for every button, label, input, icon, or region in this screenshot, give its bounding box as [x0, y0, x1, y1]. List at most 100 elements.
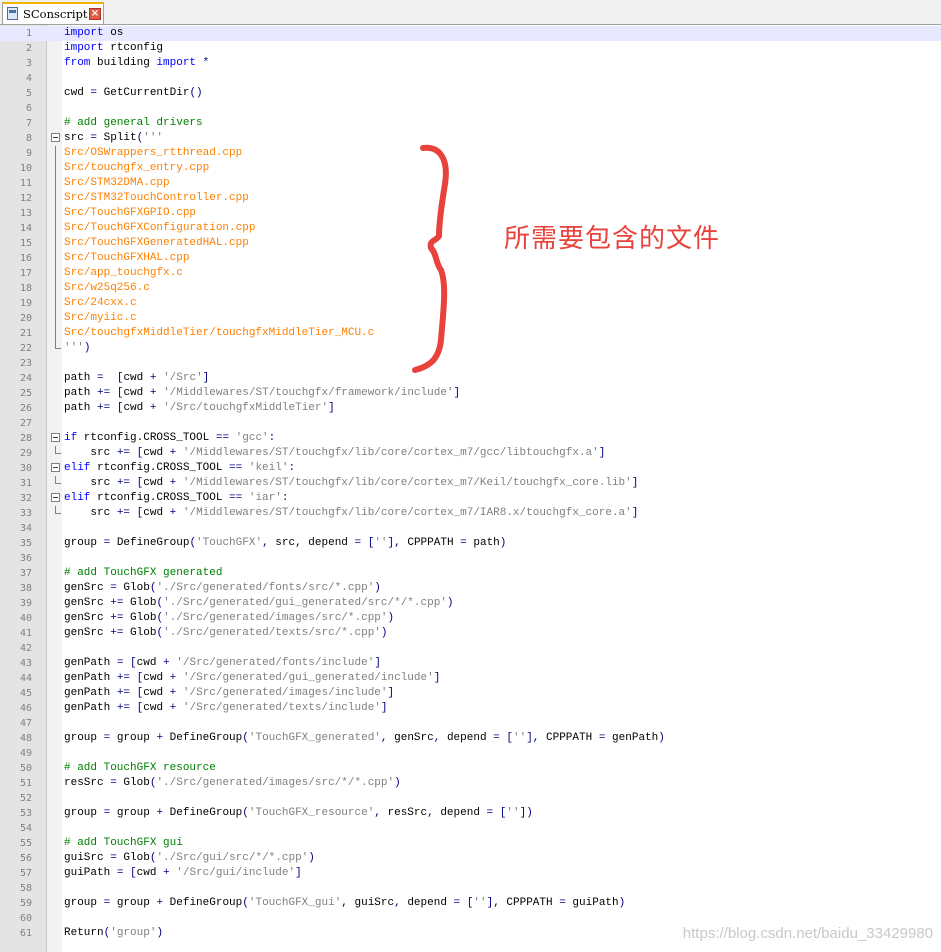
code-text: import rtconfig: [64, 42, 164, 54]
fold-collapse-icon[interactable]: [51, 463, 60, 472]
code-text: genSrc = Glob('./Src/generated/fonts/src…: [64, 582, 381, 594]
code-line[interactable]: 58: [0, 881, 941, 896]
code-line[interactable]: 55 # add TouchGFX gui: [0, 836, 941, 851]
line-number: 6: [25, 103, 32, 114]
code-line[interactable]: 50 # add TouchGFX resource: [0, 761, 941, 776]
code-line[interactable]: 18 Src/w25q256.c: [0, 281, 941, 296]
code-text: genPath += [cwd + '/Src/generated/images…: [64, 687, 395, 699]
code-line[interactable]: 6: [0, 101, 941, 116]
code-line[interactable]: 29 src += [cwd + '/Middlewares/ST/touchg…: [0, 446, 941, 461]
code-line[interactable]: 34: [0, 521, 941, 536]
line-number: 26: [19, 403, 32, 414]
code-line[interactable]: 4: [0, 71, 941, 86]
code-line[interactable]: 5 cwd = GetCurrentDir(): [0, 86, 941, 101]
code-line[interactable]: 25 path += [cwd + '/Middlewares/ST/touchg…: [0, 386, 941, 401]
code-line[interactable]: 56 guiSrc = Glob('./Src/gui/src/*/*.cpp'): [0, 851, 941, 866]
line-number: 31: [19, 478, 32, 489]
code-line[interactable]: 33 src += [cwd + '/Middlewares/ST/touchg…: [0, 506, 941, 521]
code-line[interactable]: 10 Src/touchgfx_entry.cpp: [0, 161, 941, 176]
fold-collapse-icon[interactable]: [51, 433, 60, 442]
code-text: resSrc = Glob('./Src/generated/images/sr…: [64, 777, 401, 789]
code-text: genSrc += Glob('./Src/generated/texts/sr…: [64, 627, 388, 639]
code-line[interactable]: 9 Src/OSWrappers_rtthread.cpp: [0, 146, 941, 161]
code-line[interactable]: 48 group = group + DefineGroup('TouchGFX_…: [0, 731, 941, 746]
code-line[interactable]: 13 Src/TouchGFXGPIO.cpp: [0, 206, 941, 221]
line-number: 51: [19, 778, 32, 789]
code-line[interactable]: 59 group = group + DefineGroup('TouchGFX_…: [0, 896, 941, 911]
code-line[interactable]: 31 src += [cwd + '/Middlewares/ST/touchg…: [0, 476, 941, 491]
close-icon[interactable]: ×: [89, 8, 101, 20]
line-number: 25: [19, 388, 32, 399]
code-text: Src/touchgfx_entry.cpp: [64, 162, 210, 174]
code-line[interactable]: 22 '''): [0, 341, 941, 356]
code-text: Src/myiic.c: [64, 312, 137, 324]
code-line[interactable]: 27: [0, 416, 941, 431]
line-number: 50: [19, 763, 32, 774]
code-line[interactable]: 52: [0, 791, 941, 806]
code-line[interactable]: 47: [0, 716, 941, 731]
code-line[interactable]: 26 path += [cwd + '/Src/touchgfxMiddleTie…: [0, 401, 941, 416]
code-line[interactable]: 36: [0, 551, 941, 566]
code-line[interactable]: 49: [0, 746, 941, 761]
code-editor[interactable]: 1 import os 2 import rtconfig 3 from building…: [0, 25, 941, 952]
fold-line: [55, 281, 56, 296]
red-brace-annotation: [412, 144, 449, 373]
code-line[interactable]: 39 genSrc += Glob('./Src/generated/gui_ge…: [0, 596, 941, 611]
code-line[interactable]: 41 genSrc += Glob('./Src/generated/texts/…: [0, 626, 941, 641]
code-line[interactable]: 60: [0, 911, 941, 926]
code-line[interactable]: 14 Src/TouchGFXConfiguration.cpp: [0, 221, 941, 236]
code-text: Return('group'): [64, 927, 164, 939]
code-text: Src/app_touchgfx.c: [64, 267, 183, 279]
code-text: Src/TouchGFXConfiguration.cpp: [64, 222, 256, 234]
code-text: genPath += [cwd + '/Src/generated/texts/…: [64, 702, 388, 714]
code-line[interactable]: 11 Src/STM32DMA.cpp: [0, 176, 941, 191]
code-line[interactable]: 7 # add general drivers: [0, 116, 941, 131]
code-line[interactable]: 46 genPath += [cwd + '/Src/generated/text…: [0, 701, 941, 716]
code-text: path += [cwd + '/Src/touchgfxMiddleTier'…: [64, 402, 335, 414]
code-line[interactable]: 51 resSrc = Glob('./Src/generated/images/…: [0, 776, 941, 791]
code-line[interactable]: 2 import rtconfig: [0, 41, 941, 56]
code-line[interactable]: 32 elif rtconfig.CROSS_TOOL == 'iar':: [0, 491, 941, 506]
code-line[interactable]: 12 Src/STM32TouchController.cpp: [0, 191, 941, 206]
code-line[interactable]: 42: [0, 641, 941, 656]
code-text: elif rtconfig.CROSS_TOOL == 'iar':: [64, 492, 289, 504]
line-number: 19: [19, 298, 32, 309]
code-line[interactable]: 8 src = Split(''': [0, 131, 941, 146]
line-number: 32: [19, 493, 32, 504]
code-line[interactable]: 43 genPath = [cwd + '/Src/generated/fonts…: [0, 656, 941, 671]
code-line[interactable]: 53 group = group + DefineGroup('TouchGFX_…: [0, 806, 941, 821]
tab-sconscript[interactable]: SConscript ×: [2, 2, 104, 24]
code-line[interactable]: 24 path = [cwd + '/Src']: [0, 371, 941, 386]
line-number: 13: [19, 208, 32, 219]
watermark: https://blog.csdn.net/baidu_33429980: [682, 925, 933, 942]
fold-end-marker: [55, 476, 61, 484]
code-line[interactable]: 19 Src/24cxx.c: [0, 296, 941, 311]
fold-collapse-icon[interactable]: [51, 493, 60, 502]
code-line[interactable]: 20 Src/myiic.c: [0, 311, 941, 326]
code-text: genPath = [cwd + '/Src/generated/fonts/i…: [64, 657, 381, 669]
line-number: 37: [19, 568, 32, 579]
code-line[interactable]: 44 genPath += [cwd + '/Src/generated/gui_…: [0, 671, 941, 686]
code-line[interactable]: 54: [0, 821, 941, 836]
code-line[interactable]: 37 # add TouchGFX generated: [0, 566, 941, 581]
code-line[interactable]: 28 if rtconfig.CROSS_TOOL == 'gcc':: [0, 431, 941, 446]
code-line[interactable]: 23: [0, 356, 941, 371]
line-number: 38: [19, 583, 32, 594]
line-number: 3: [25, 58, 32, 69]
code-line[interactable]: 1 import os: [0, 26, 941, 41]
code-line[interactable]: 38 genSrc = Glob('./Src/generated/fonts/s…: [0, 581, 941, 596]
code-line[interactable]: 16 Src/TouchGFXHAL.cpp: [0, 251, 941, 266]
fold-collapse-icon[interactable]: [51, 133, 60, 142]
code-line[interactable]: 57 guiPath = [cwd + '/Src/gui/include']: [0, 866, 941, 881]
code-line[interactable]: 15 Src/TouchGFXGeneratedHAL.cpp: [0, 236, 941, 251]
code-line[interactable]: 35 group = DefineGroup('TouchGFX', src, d…: [0, 536, 941, 551]
code-line[interactable]: 17 Src/app_touchgfx.c: [0, 266, 941, 281]
code-line[interactable]: 40 genSrc += Glob('./Src/generated/images…: [0, 611, 941, 626]
line-number: 34: [19, 523, 32, 534]
line-number: 59: [19, 898, 32, 909]
code-line[interactable]: 21 Src/touchgfxMiddleTier/touchgfxMiddleT…: [0, 326, 941, 341]
code-line[interactable]: 3 from building import *: [0, 56, 941, 71]
line-number: 46: [19, 703, 32, 714]
code-line[interactable]: 30 elif rtconfig.CROSS_TOOL == 'keil':: [0, 461, 941, 476]
code-line[interactable]: 45 genPath += [cwd + '/Src/generated/imag…: [0, 686, 941, 701]
